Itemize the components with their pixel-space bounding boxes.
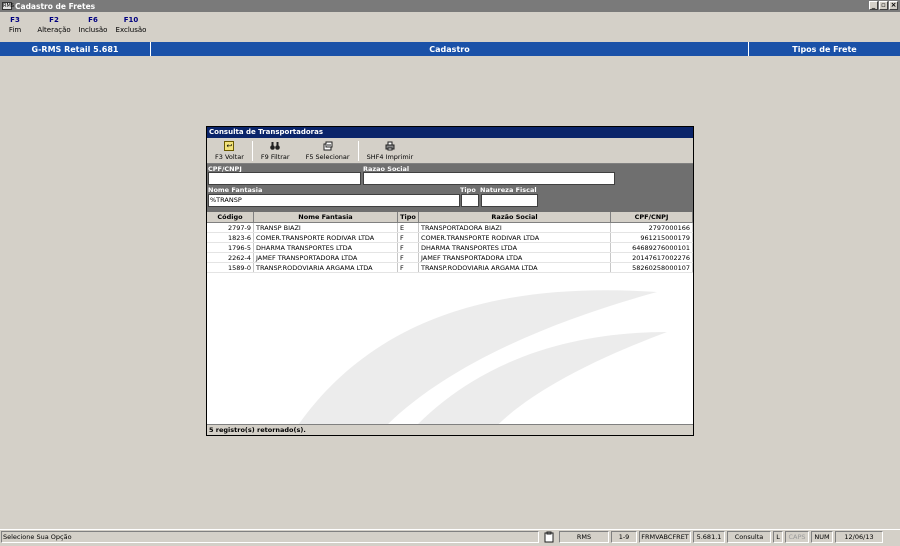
table-row[interactable]: 1823-6 COMER.TRANSPORTE RODIVAR LTDA F C… <box>207 233 693 243</box>
fantasia-label: Nome Fantasia <box>208 186 263 194</box>
status-bar: Selecione Sua Opção RMS 1-9 FRMVABCFRET … <box>0 529 900 544</box>
status-mode: Consulta <box>727 531 771 543</box>
col-cpf-cnpj[interactable]: CPF/CNPJ <box>611 212 693 222</box>
selecionar-button[interactable]: F5 Selecionar <box>298 141 358 161</box>
fkey-inclusao[interactable]: F6 Inclusão <box>78 16 108 40</box>
dialog-toolbar: ↩ F3 Voltar F9 Filtrar F5 Selecionar SHF… <box>207 138 693 164</box>
voltar-button[interactable]: ↩ F3 Voltar <box>207 140 252 161</box>
natureza-label: Natureza Fiscal <box>480 186 537 194</box>
fkey-alteracao[interactable]: F2 Alteração <box>36 16 72 40</box>
transportadoras-dialog: Consulta de Transportadoras ↩ F3 Voltar … <box>206 126 694 436</box>
clipboard-icon[interactable] <box>541 531 557 543</box>
cpf-cnpj-input[interactable] <box>208 172 361 185</box>
minimize-button[interactable]: _ <box>869 1 878 10</box>
screen-title: Tipos de Frete <box>792 44 857 54</box>
col-razao-social[interactable]: Razão Social <box>419 212 611 222</box>
col-nome-fantasia[interactable]: Nome Fantasia <box>254 212 398 222</box>
watermark-logo <box>298 290 667 425</box>
binoculars-icon <box>270 141 281 151</box>
tipo-input[interactable] <box>461 194 479 207</box>
status-system: RMS <box>559 531 609 543</box>
grid-header: Código Nome Fantasia Tipo Razão Social C… <box>207 212 693 223</box>
back-icon: ↩ <box>224 140 235 151</box>
imprimir-button[interactable]: SHF4 Imprimir <box>359 141 422 161</box>
table-row[interactable]: 1589-0 TRANSP.RODOVIARIA ARGAMA LTDA F T… <box>207 263 693 273</box>
section-title: Cadastro <box>151 42 749 56</box>
results-grid: Código Nome Fantasia Tipo Razão Social C… <box>207 212 693 425</box>
razao-social-input[interactable] <box>363 172 615 185</box>
restore-button[interactable]: ▫ <box>879 1 888 10</box>
status-num: NUM <box>811 531 833 543</box>
function-key-bar: F3 Fim F2 Alteração F6 Inclusão F10 Excl… <box>0 16 154 40</box>
status-caps: CAPS <box>785 531 809 543</box>
status-version: 5.681.1 <box>693 531 725 543</box>
table-row[interactable]: 1796-5 DHARMA TRANSPORTES LTDA F DHARMA … <box>207 243 693 253</box>
filter-panel: CPF/CNPJ Razao Social Nome Fantasia %TRA… <box>207 164 693 212</box>
table-row[interactable]: 2797-9 TRANSP BIAZI E TRANSPORTADORA BIA… <box>207 223 693 233</box>
status-l: L <box>773 531 783 543</box>
natureza-fiscal-input[interactable] <box>481 194 538 207</box>
printer-icon <box>385 141 395 151</box>
col-tipo[interactable]: Tipo <box>398 212 419 222</box>
dialog-title: Consulta de Transportadoras <box>207 127 693 138</box>
filtrar-button[interactable]: F9 Filtrar <box>253 141 298 161</box>
module-header: G-RMS Retail 5.681 Cadastro Tipos de Fre… <box>0 42 900 56</box>
app-version: G-RMS Retail 5.681 <box>0 42 151 56</box>
status-date: 12/06/13 <box>835 531 883 543</box>
nome-fantasia-input[interactable]: %TRANSP <box>208 194 460 207</box>
close-button[interactable]: × <box>889 1 898 10</box>
col-codigo[interactable]: Código <box>207 212 254 222</box>
status-message: Selecione Sua Opção <box>1 531 539 543</box>
table-row[interactable]: 2262-4 JAMEF TRANSPORTADORA LTDA F JAMEF… <box>207 253 693 263</box>
fkey-exclusao[interactable]: F10 Exclusão <box>114 16 148 40</box>
status-range: 1-9 <box>611 531 637 543</box>
status-program: FRMVABCFRET <box>639 531 691 543</box>
records-returned-status: 5 registro(s) retornado(s). <box>207 424 693 435</box>
window-title: Cadastro de Fretes <box>15 1 96 11</box>
tipo-label: Tipo <box>460 186 476 194</box>
fkey-fim[interactable]: F3 Fim <box>0 16 30 40</box>
window-title-bar[interactable]: RMS Cadastro de Fretes _ ▫ × <box>0 0 900 12</box>
app-icon: RMS <box>2 2 14 10</box>
select-icon <box>323 141 333 151</box>
